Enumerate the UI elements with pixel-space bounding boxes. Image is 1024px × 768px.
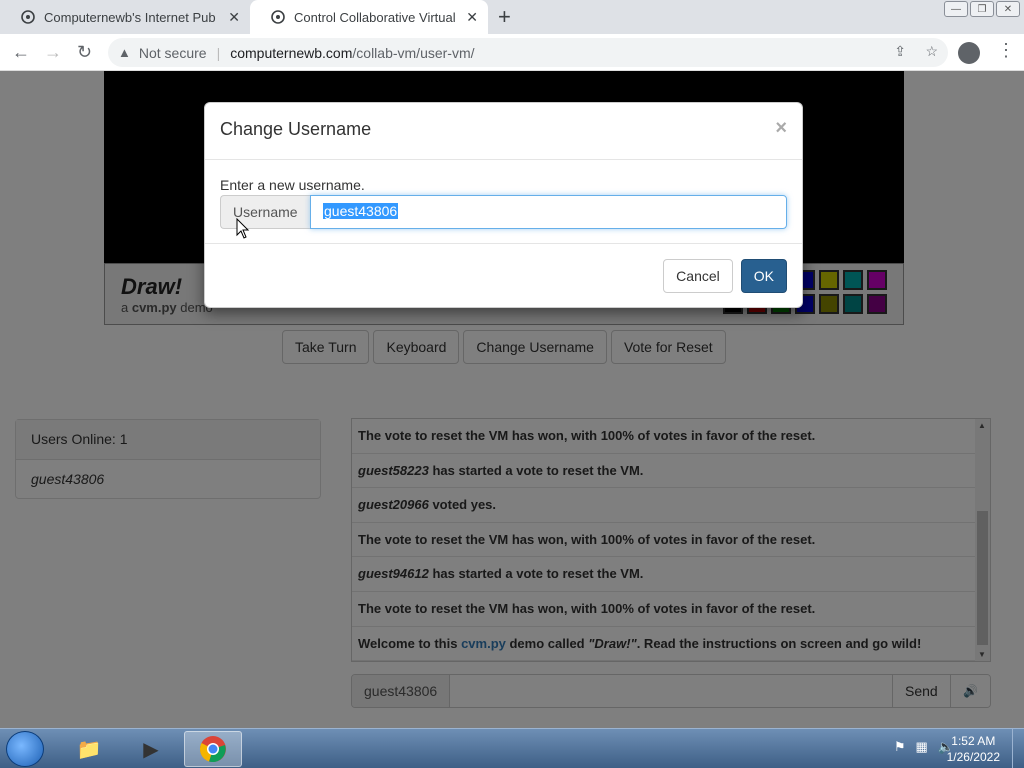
url-domain: computernewb.com [230, 44, 353, 61]
url-path: /collab-vm/user-vm/ [352, 44, 475, 61]
window-controls: — ❐ ✕ [942, 1, 1020, 17]
modal-footer: Cancel OK [205, 244, 802, 308]
share-icon[interactable]: ⇪ [894, 43, 906, 59]
chrome-icon[interactable] [184, 731, 242, 767]
close-icon[interactable]: × [775, 117, 787, 140]
taskbar-clock[interactable]: 1:52 AM 1/26/2022 [947, 733, 1000, 765]
change-username-dialog: Change Username × Enter a new username. … [204, 102, 803, 308]
close-window-icon[interactable]: ✕ [996, 1, 1020, 17]
network-icon[interactable]: ▦ [916, 739, 928, 755]
site-favicon-icon [20, 9, 36, 25]
divider: | [216, 44, 221, 61]
browser-tab-bar: Computernewb's Internet Pub Hu ✕ Control… [0, 0, 1024, 34]
explorer-folder-icon[interactable]: 📁 [60, 731, 118, 767]
maximize-icon[interactable]: ❐ [970, 1, 994, 17]
tab-collab-vm[interactable]: Control Collaborative Virtual Mac ✕ [250, 0, 488, 34]
reload-icon[interactable]: ↻ [77, 42, 92, 63]
windows-taskbar: 📁 ▶ ⚑ ▦ 🔈 1:52 AM 1/26/2022 [0, 728, 1024, 768]
system-tray: ⚑ ▦ 🔈 [894, 739, 954, 755]
new-tab-plus-icon[interactable]: + [498, 4, 511, 30]
tab-computernewb-pub[interactable]: Computernewb's Internet Pub Hu ✕ [0, 0, 250, 34]
action-center-flag-icon[interactable]: ⚑ [894, 739, 906, 755]
warning-triangle-icon[interactable]: ▲ [118, 45, 131, 60]
modal-body: Enter a new username. Username guest4380… [205, 160, 802, 244]
forward-arrow-icon[interactable]: → [44, 42, 62, 63]
profile-avatar-icon[interactable] [958, 42, 980, 64]
address-bar[interactable]: ▲ Not secure | computernewb.com/collab-v… [108, 38, 948, 67]
omnibox-actions: ⇪ ☆ [894, 43, 938, 60]
selected-text: guest43806 [323, 203, 399, 219]
start-button-icon[interactable] [6, 731, 44, 767]
tab-title: Computernewb's Internet Pub Hu [44, 9, 221, 25]
url-text[interactable]: computernewb.com/collab-vm/user-vm/ [230, 45, 474, 61]
clock-date: 1/26/2022 [946, 750, 1000, 764]
media-player-icon[interactable]: ▶ [122, 731, 180, 767]
browser-toolbar: ← → ↻ ▲ Not secure | computernewb.com/co… [0, 34, 1024, 71]
modal-header: Change Username × [205, 103, 802, 160]
username-input[interactable]: guest43806 [310, 195, 787, 229]
username-addon-label: Username [220, 195, 310, 229]
cancel-button[interactable]: Cancel [663, 259, 733, 293]
tab-close-icon[interactable]: ✕ [228, 9, 240, 26]
menu-dots-icon[interactable]: ⋮ [997, 40, 1015, 61]
show-desktop-button[interactable] [1012, 729, 1024, 768]
ok-button[interactable]: OK [740, 259, 787, 293]
username-prompt: Enter a new username. [220, 177, 365, 193]
tab-close-icon[interactable]: ✕ [466, 9, 478, 26]
username-input-group: Username guest43806 [220, 195, 787, 229]
clock-time: 1:52 AM [951, 734, 996, 748]
mouse-cursor-icon [236, 218, 250, 239]
back-arrow-icon[interactable]: ← [12, 42, 30, 63]
site-favicon-icon [270, 9, 286, 25]
minimize-icon[interactable]: — [944, 1, 968, 17]
modal-title: Change Username [220, 119, 372, 139]
tab-title: Control Collaborative Virtual Mac [294, 9, 458, 25]
security-label[interactable]: Not secure [139, 45, 207, 61]
bookmark-star-icon[interactable]: ☆ [925, 43, 938, 59]
